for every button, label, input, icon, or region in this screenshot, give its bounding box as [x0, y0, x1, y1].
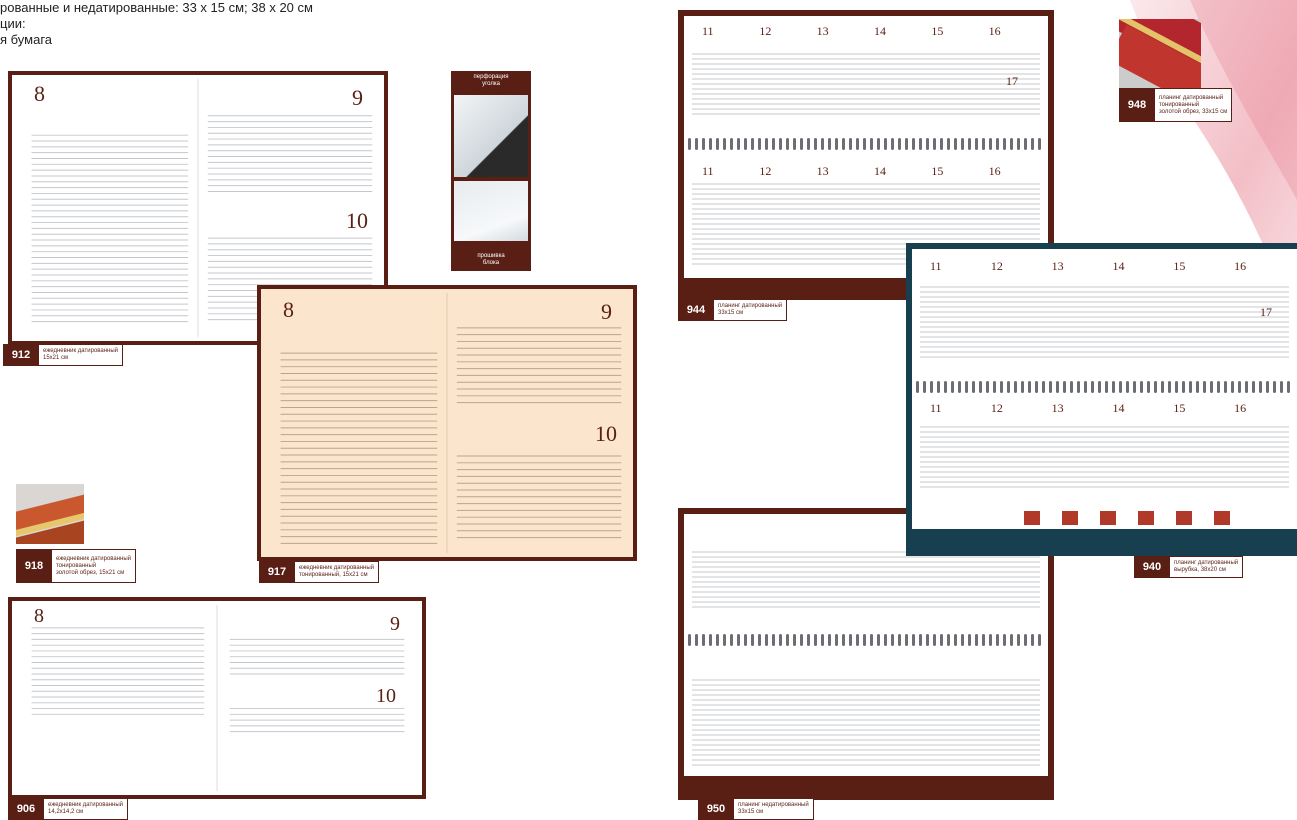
- diary-917-pages: [280, 292, 622, 554]
- label-940-desc: планинг датированный вырубка, 38х20 см: [1170, 556, 1244, 578]
- label-912-desc: ежедневник датированный 15х21 см: [39, 344, 124, 366]
- intro-line-1: рованные и недатированные: 33 х 15 см; 3…: [0, 0, 313, 15]
- diary-906-day-right-bottom: 10: [376, 685, 396, 707]
- planner-day-number: 15: [931, 24, 944, 38]
- planner-day-number: 16: [1234, 401, 1247, 415]
- label-917: 917 ежедневник датированный тонированный…: [259, 561, 380, 583]
- diary-912-day-right-bottom: 10: [346, 208, 368, 233]
- label-918-desc: ежедневник датированный тонированный зол…: [52, 549, 137, 583]
- label-948-desc: планинг датированный тонированный золото…: [1155, 88, 1233, 122]
- label-917-desc: ежедневник датированный тонированный, 15…: [295, 561, 380, 583]
- planner-day-number: 12: [990, 259, 1003, 273]
- planner-940-pages: [916, 286, 1290, 525]
- label-906-desc: ежедневник датированный 14,2х14,2 см: [44, 798, 129, 820]
- label-950-desc: планинг недатированный 33х15 см: [734, 798, 814, 820]
- diary-906-day-left: 8: [34, 605, 44, 627]
- label-917-code: 917: [259, 561, 295, 583]
- label-918: 918 ежедневник датированный тонированный…: [16, 549, 137, 583]
- planner-day-number: 15: [1173, 259, 1186, 273]
- planner-day-number: 16: [988, 164, 1001, 178]
- planner-day-number: 15: [1173, 401, 1186, 415]
- binding-caption: прошивка блока: [477, 253, 505, 266]
- planner-day-number: 13: [816, 24, 829, 38]
- planner-940: 11 12 13 14 15 16 11 12 13 14 15 16 17: [906, 243, 1297, 556]
- planner-day-number: 12: [759, 24, 772, 38]
- label-918-code: 918: [16, 549, 52, 583]
- perforation-caption: перфорация уголка: [473, 74, 509, 87]
- planner-940-day-17: 17: [1260, 305, 1272, 319]
- intro-text: рованные и недатированные: 33 х 15 см; 3…: [0, 0, 313, 48]
- planner-day-number: 16: [988, 24, 1001, 38]
- label-906-code: 906: [8, 798, 44, 820]
- intro-line-2: ции:: [0, 16, 26, 31]
- perforation-photo: [454, 95, 528, 177]
- perforation-card: перфорация уголка прошивка блока: [451, 71, 531, 271]
- label-950-code: 950: [698, 798, 734, 820]
- label-944-desc: планинг датированный 33х15 см: [714, 299, 788, 321]
- label-906: 906 ежедневник датированный 14,2х14,2 см: [8, 798, 129, 820]
- label-940: 940 планинг датированный вырубка, 38х20 …: [1134, 556, 1244, 578]
- intro-line-3: я бумага: [0, 32, 53, 47]
- label-944: 944 планинг датированный 33х15 см: [678, 299, 788, 321]
- label-948: 948 планинг датированный тонированный зо…: [1119, 88, 1233, 122]
- label-950: 950 планинг недатированный 33х15 см: [698, 798, 814, 820]
- planner-day-number: 13: [816, 164, 829, 178]
- diary-912-day-left: 8: [34, 81, 45, 106]
- diary-906-day-right-top: 9: [390, 613, 400, 635]
- planner-day-number: 16: [1234, 259, 1247, 273]
- planner-day-number: 13: [1051, 259, 1064, 273]
- planner-day-number: 12: [759, 164, 772, 178]
- diary-917-day-right-bottom: 10: [595, 421, 617, 446]
- planner-day-number: 14: [1112, 401, 1125, 415]
- label-912-code: 912: [3, 344, 39, 366]
- diary-917: 8 9 10: [257, 285, 637, 561]
- planner-day-number: 11: [702, 164, 714, 178]
- planner-day-number: 12: [990, 401, 1003, 415]
- swatch-948: [1119, 19, 1201, 89]
- label-948-code: 948: [1119, 88, 1155, 122]
- planner-day-number: 11: [930, 259, 942, 273]
- planner-day-number: 14: [874, 24, 886, 38]
- swatch-918: [16, 484, 84, 544]
- label-944-code: 944: [678, 299, 714, 321]
- planner-944-day-17: 17: [1006, 74, 1018, 88]
- diary-912-day-right-top: 9: [352, 85, 363, 110]
- label-940-code: 940: [1134, 556, 1170, 578]
- diary-917-day-right-top: 9: [601, 299, 612, 324]
- planner-day-number: 13: [1051, 401, 1064, 415]
- planner-944-pages: [688, 53, 1041, 265]
- planner-day-number: 14: [1112, 259, 1125, 273]
- binding-photo: [454, 181, 528, 241]
- diary-906: 8 9 10: [8, 597, 426, 799]
- planner-day-number: 11: [930, 401, 942, 415]
- planner-day-number: 11: [702, 24, 714, 38]
- label-912: 912 ежедневник датированный 15х21 см: [3, 344, 124, 366]
- diary-906-pages: [31, 604, 405, 792]
- planner-day-number: 14: [874, 164, 886, 178]
- diary-917-day-left: 8: [283, 297, 294, 322]
- planner-day-number: 15: [931, 164, 944, 178]
